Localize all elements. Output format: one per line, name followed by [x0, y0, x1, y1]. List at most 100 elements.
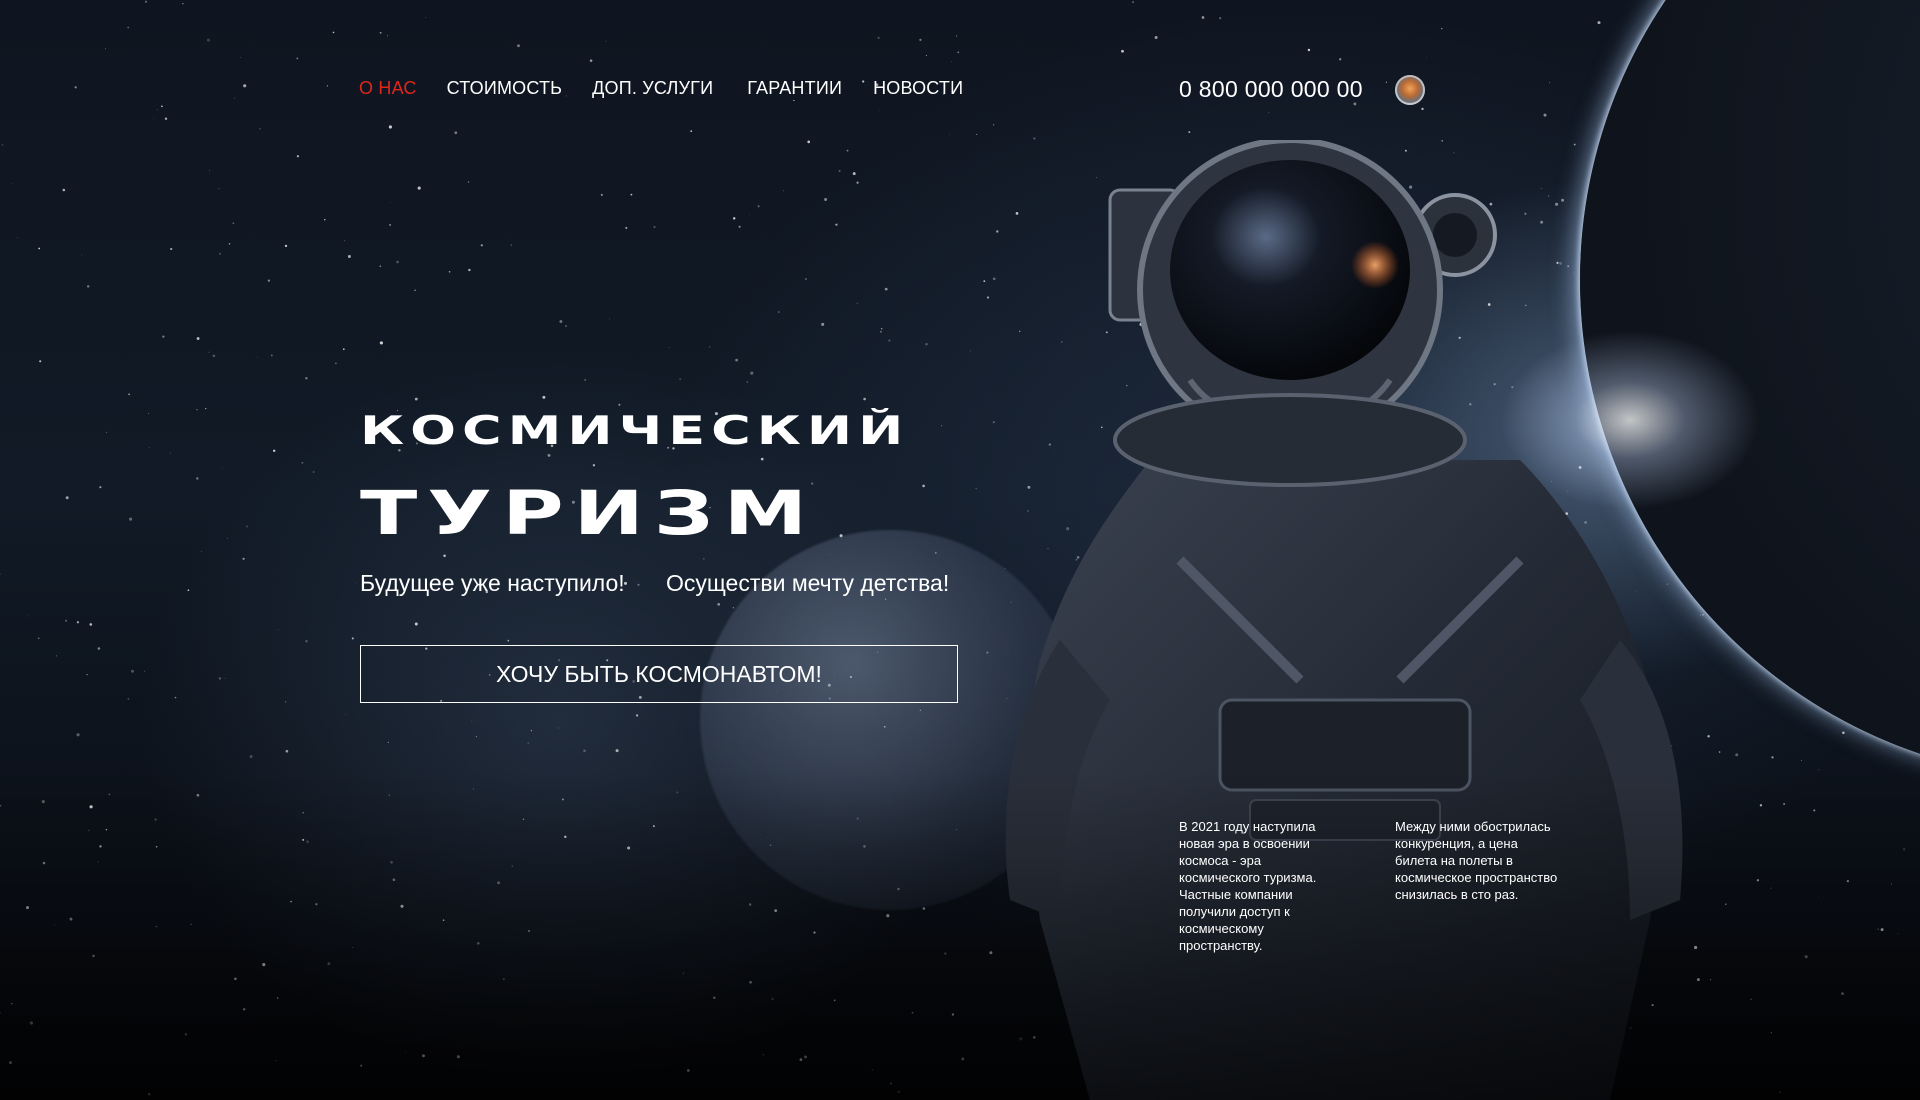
star: [285, 701, 287, 703]
star: [148, 412, 150, 414]
star: [749, 980, 752, 984]
info-text-2: Между ними обострилась конкуренция, а це…: [1395, 819, 1558, 902]
info-text-1: В 2021 году наступила новая эра в освоен…: [1179, 819, 1317, 953]
star: [774, 909, 778, 912]
star: [503, 978, 505, 980]
star: [352, 947, 354, 948]
star: [209, 170, 211, 172]
star: [246, 525, 248, 528]
star: [344, 240, 346, 242]
star: [1783, 802, 1786, 805]
star: [561, 798, 564, 801]
star: [201, 551, 202, 553]
star: [762, 1053, 765, 1056]
star: [824, 197, 828, 202]
astronaut-image: [1005, 140, 1683, 1100]
hero-background: [0, 0, 1920, 1100]
star: [778, 311, 780, 313]
star: [379, 341, 383, 345]
star: [1549, 82, 1551, 84]
star: [332, 31, 335, 34]
star: [1709, 978, 1712, 981]
star: [799, 1058, 803, 1061]
star: [89, 623, 93, 626]
star: [627, 846, 631, 850]
star: [182, 3, 184, 5]
star: [249, 755, 253, 759]
star: [679, 378, 681, 380]
star: [668, 347, 670, 348]
star: [162, 335, 165, 338]
user-avatar-icon[interactable]: [1395, 75, 1425, 105]
hero-subtitle-left: Будущее уже наступило!: [360, 570, 625, 596]
star: [97, 647, 101, 650]
star: [38, 247, 41, 250]
star: [957, 51, 960, 54]
star: [219, 253, 221, 255]
star: [835, 223, 837, 226]
star: [852, 172, 856, 176]
star: [1770, 887, 1772, 889]
star: [1818, 769, 1820, 771]
star: [267, 279, 271, 282]
star: [65, 496, 69, 500]
star: [259, 127, 261, 130]
star: [196, 337, 200, 340]
star: [184, 1033, 187, 1036]
star: [750, 371, 754, 375]
star: [392, 878, 396, 881]
star: [749, 214, 750, 216]
star: [243, 84, 247, 88]
star: [565, 325, 567, 327]
star: [863, 397, 866, 401]
nav-item-news[interactable]: НОВОСТИ: [873, 78, 963, 99]
star: [379, 31, 382, 34]
star: [510, 244, 512, 246]
star: [475, 736, 477, 738]
star: [1750, 998, 1752, 1000]
star: [746, 381, 749, 383]
star: [821, 322, 825, 326]
star: [1421, 107, 1424, 111]
star: [1700, 614, 1702, 616]
star: [975, 487, 977, 490]
nav-item-about[interactable]: О НАС: [359, 78, 417, 99]
star: [1759, 804, 1763, 807]
star: [838, 169, 841, 172]
star: [187, 589, 190, 592]
star: [414, 622, 418, 626]
star: [97, 861, 99, 863]
star: [41, 800, 45, 804]
star: [218, 187, 220, 190]
star: [1307, 48, 1311, 52]
nav-item-services[interactable]: ДОП. УСЛУГИ: [592, 78, 713, 99]
star: [127, 26, 130, 29]
star: [897, 1090, 900, 1093]
star: [793, 345, 795, 347]
star: [760, 457, 764, 461]
nav-item-price[interactable]: СТОИМОСТЬ: [447, 78, 563, 99]
star: [813, 931, 816, 934]
star: [497, 881, 501, 885]
phone-number[interactable]: 0 800 000 000 00: [1179, 76, 1363, 103]
star: [387, 35, 389, 37]
become-astronaut-button[interactable]: ХОЧУ БЫТЬ КОСМОНАВТОМ!: [360, 645, 958, 703]
star: [302, 838, 305, 841]
star: [956, 35, 957, 37]
star: [1846, 879, 1850, 883]
star: [0, 1012, 1, 1014]
star: [1771, 756, 1774, 759]
star: [88, 829, 90, 832]
star: [1, 144, 4, 146]
star: [976, 133, 978, 135]
star: [925, 343, 928, 346]
nav-item-guarantees[interactable]: ГАРАНТИИ: [747, 78, 842, 99]
star: [228, 243, 231, 245]
star: [480, 244, 483, 247]
star: [630, 193, 633, 196]
star: [326, 85, 329, 87]
star: [517, 44, 520, 48]
star: [996, 230, 999, 233]
star: [156, 109, 158, 111]
star: [961, 1057, 965, 1061]
